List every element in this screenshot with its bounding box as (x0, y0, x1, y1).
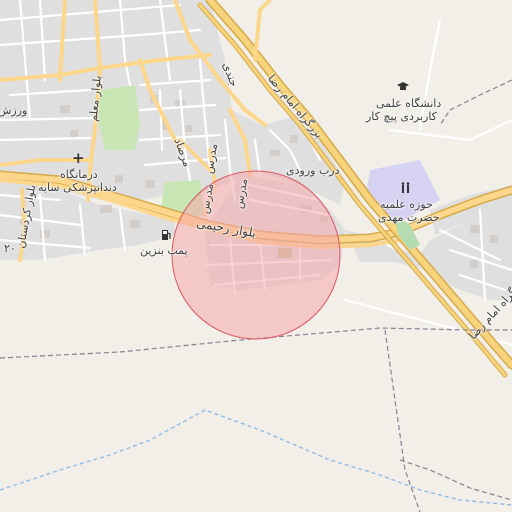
seminary-label-line2[interactable]: حضرت مهدی (378, 211, 440, 224)
road-number-label: ۲۰ (4, 242, 16, 255)
hospital-icon[interactable]: + (72, 151, 85, 166)
varzesh-street-label: ورزش (0, 104, 28, 117)
dental-clinic-label-line1[interactable]: درمانگاه (60, 168, 98, 181)
map-canvas[interactable]: بلوار رحیمی بزرگراه امام رضا بزرگراه اما… (0, 0, 512, 512)
fuel-pump-glyph (162, 230, 171, 240)
search-radius-highlight (171, 170, 341, 340)
graduation-cap-glyph (397, 82, 409, 90)
seminary-label-line1[interactable]: حوزه علمیه (380, 198, 433, 211)
dental-clinic-label-line2[interactable]: دندانپزشکی سایه (38, 181, 117, 194)
map-base-layer (0, 0, 512, 512)
water-channel (0, 409, 512, 506)
worship-glyph (401, 182, 410, 193)
gas-station-label[interactable]: پمپ بنزین (140, 244, 188, 257)
university-label-line1[interactable]: دانشگاه علمی (376, 97, 441, 110)
entrance-gate-label: درب ورودی (286, 164, 340, 177)
university-label-line2[interactable]: کاربردی پیچ کار (366, 110, 437, 123)
